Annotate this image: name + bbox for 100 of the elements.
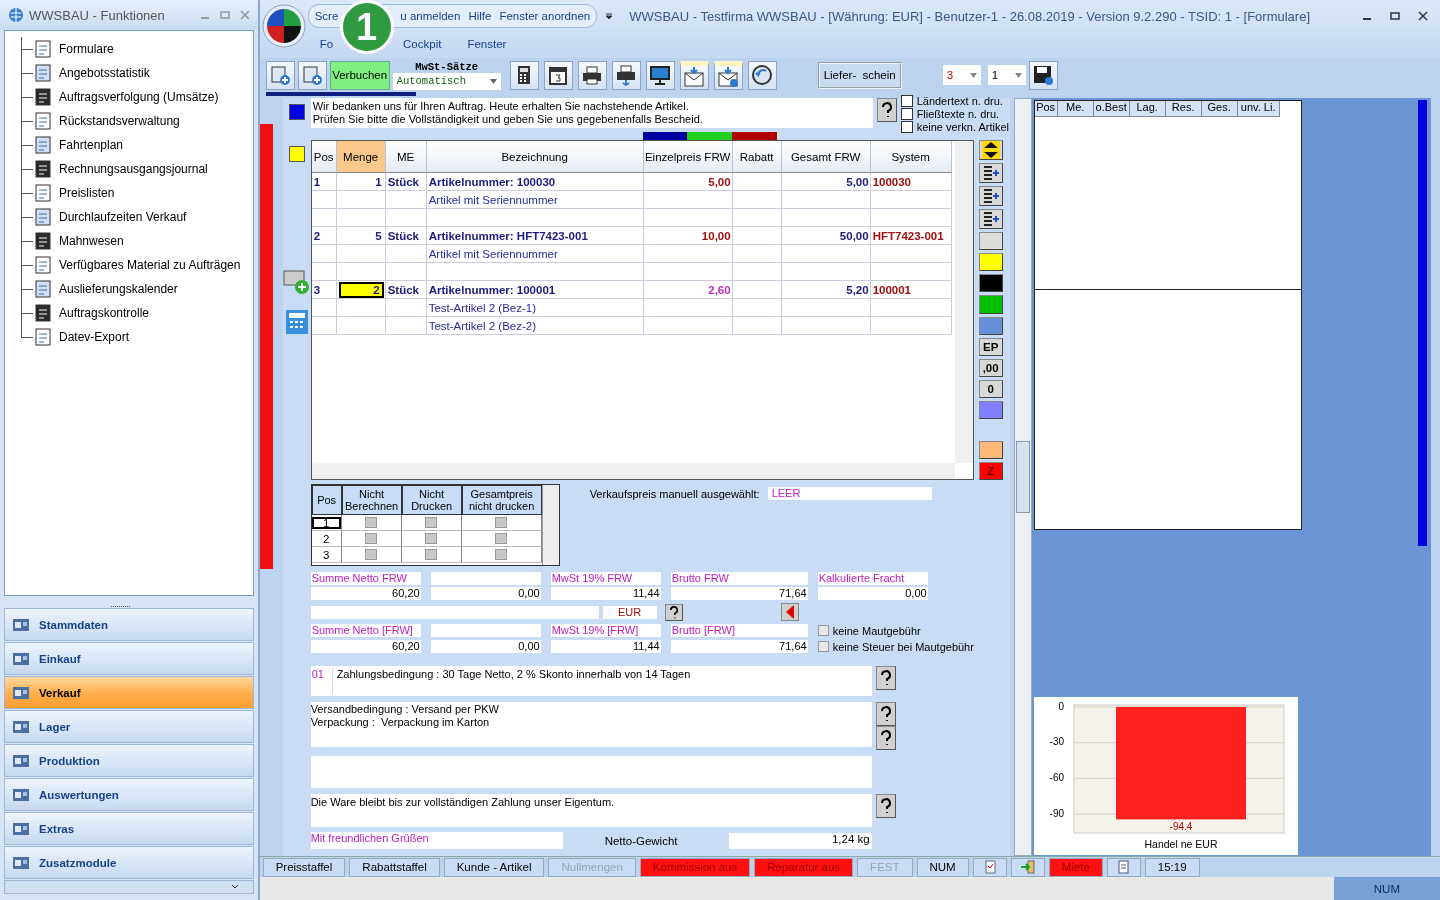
status-tab[interactable]: 15:19	[1144, 857, 1200, 877]
toolbar-button[interactable]	[543, 60, 573, 90]
checkbox[interactable]	[817, 641, 829, 652]
toolbar-button[interactable]	[645, 60, 675, 90]
ownership-text-field[interactable]: Die Ware bleibt bis zur vollständigen Zahlung unser Eigentum.	[310, 794, 872, 827]
close-icon[interactable]	[1418, 11, 1428, 21]
toolbar-button[interactable]	[577, 60, 607, 90]
book-button[interactable]: Verbuchen	[329, 60, 390, 90]
tool-button[interactable]	[978, 140, 1003, 160]
menu-item[interactable]: Hilfe	[468, 10, 492, 22]
vat-select[interactable]: Automatisch	[392, 72, 501, 90]
column-header[interactable]: Pos	[1034, 101, 1058, 117]
checkbox[interactable]	[900, 94, 913, 107]
color-button[interactable]	[978, 253, 1003, 272]
checkbox[interactable]	[900, 120, 913, 133]
color-button[interactable]	[978, 440, 1003, 459]
checkbox[interactable]	[900, 107, 913, 120]
total-field[interactable]: 11,44	[550, 639, 661, 653]
tree-item[interactable]: Rückstandsverwaltung	[59, 114, 180, 128]
column-header[interactable]: Me.	[1057, 101, 1094, 117]
column-header[interactable]: Rabatt	[732, 141, 782, 173]
maximize-icon[interactable]	[1390, 11, 1400, 21]
quantity-cell[interactable]: 5	[338, 230, 384, 242]
shipping-terms-field[interactable]: Versandbedingung : Versand per PKW Verpackung : Verpackung im Karton	[310, 702, 872, 747]
checkbox[interactable]	[495, 549, 508, 560]
splitter-grip[interactable]	[110, 605, 132, 608]
nav-button[interactable]: Produktion	[4, 744, 254, 777]
total-field[interactable]: 60,20	[310, 639, 421, 653]
menu-item[interactable]: Fenster anordnen	[499, 10, 591, 22]
menu-item[interactable]: Scre	[314, 10, 339, 22]
column-header[interactable]: Einzelpreis FRW	[643, 141, 733, 173]
total-field[interactable]: 60,20	[310, 587, 421, 600]
help-button[interactable]	[875, 666, 896, 690]
tree-item[interactable]: Preislisten	[59, 186, 115, 200]
status-tab[interactable]: Preisstaffel	[262, 857, 346, 877]
tree-item[interactable]: Formulare	[59, 42, 114, 56]
status-tab[interactable]: NUM	[916, 857, 969, 877]
scrollbar[interactable]	[311, 463, 955, 479]
help-button[interactable]	[876, 98, 897, 122]
nav-button[interactable]: Zusatzmodule	[4, 846, 254, 879]
column-header[interactable]: Ges.	[1201, 101, 1238, 117]
total-field[interactable]: 0,00	[430, 639, 541, 653]
column-header[interactable]: Gesamt FRW	[781, 141, 871, 173]
tree-item[interactable]: Datev-Export	[59, 330, 130, 344]
tree-item[interactable]: Auslieferungskalender	[59, 282, 178, 296]
calculator-icon[interactable]	[284, 309, 309, 335]
column-header[interactable]: o.Best	[1093, 101, 1130, 117]
nav-button[interactable]: Auswertungen	[4, 778, 254, 811]
tool-button[interactable]: EP	[978, 337, 1003, 356]
arrow-button[interactable]	[780, 603, 799, 621]
help-button[interactable]	[875, 726, 896, 750]
checkbox[interactable]	[425, 533, 438, 544]
color-button[interactable]	[978, 274, 1003, 293]
column-header[interactable]: Lag.	[1129, 101, 1166, 117]
tool-button[interactable]: 0	[978, 380, 1003, 399]
tree-item[interactable]: Verfügbares Material zu Aufträgen	[59, 258, 241, 272]
color-square[interactable]	[288, 104, 305, 120]
column-header[interactable]: Menge	[336, 141, 386, 173]
payment-terms-field[interactable]: 01 Zahlungsbedingung : 30 Tage Netto, 2 % Skonto innerhalb von 14 Tagen	[310, 666, 872, 696]
total-field[interactable]: 71,64	[670, 587, 808, 600]
menu-item[interactable]: u anmelden	[400, 10, 461, 22]
nav-button[interactable]: Stammdaten	[4, 608, 254, 641]
dropdown-arrow-icon[interactable]	[605, 12, 614, 20]
manual-price-field[interactable]: LEER	[767, 487, 932, 500]
help-button[interactable]	[875, 702, 896, 726]
toolbar-button[interactable]	[509, 60, 539, 90]
color-button[interactable]	[978, 316, 1003, 335]
menu-item[interactable]: Cockpit	[403, 38, 442, 50]
count-spinner[interactable]: 1	[987, 65, 1026, 85]
total-field[interactable]: 0,00	[430, 587, 541, 600]
tree-item[interactable]: Mahnwesen	[59, 234, 124, 248]
caret-icon[interactable]	[230, 884, 239, 890]
toolbar-button[interactable]	[611, 60, 641, 90]
printer-add-icon[interactable]	[281, 267, 312, 297]
column-header[interactable]: ME	[385, 141, 427, 173]
tree-item[interactable]: Durchlaufzeiten Verkauf	[59, 210, 187, 224]
total-field[interactable]: 11,44	[550, 587, 661, 600]
total-field[interactable]: 0,00	[817, 587, 928, 600]
checkbox[interactable]	[817, 625, 829, 636]
nav-button[interactable]: Einkauf	[4, 642, 254, 675]
status-tab[interactable]: Rabattstaffel	[349, 857, 440, 877]
menu-item[interactable]: Fo	[319, 38, 334, 50]
color-button[interactable]	[978, 401, 1003, 420]
checkbox[interactable]	[365, 517, 378, 528]
tool-button[interactable]	[978, 163, 1003, 183]
total-field[interactable]: 71,64	[670, 639, 808, 653]
delivery-note-button[interactable]: Liefer- schein	[817, 61, 902, 89]
toolbar-button[interactable]	[1028, 60, 1058, 90]
table-cell[interactable]: 1	[311, 516, 341, 529]
nav-button[interactable]: Verkauf	[4, 676, 254, 709]
tree-item[interactable]: Angebotsstatistik	[59, 66, 150, 80]
greeting-field[interactable]: Mit freundlichen Grüßen	[310, 832, 563, 849]
scrollbar[interactable]	[1013, 98, 1032, 856]
scrollbar[interactable]	[1417, 100, 1427, 546]
quantity-cell[interactable]: 1	[338, 176, 384, 188]
column-header[interactable]: Bezeichnung	[426, 141, 644, 173]
column-header[interactable]: Res.	[1165, 101, 1202, 117]
color-square[interactable]	[288, 146, 305, 162]
checkbox[interactable]	[495, 533, 508, 544]
color-button[interactable]	[978, 232, 1003, 251]
